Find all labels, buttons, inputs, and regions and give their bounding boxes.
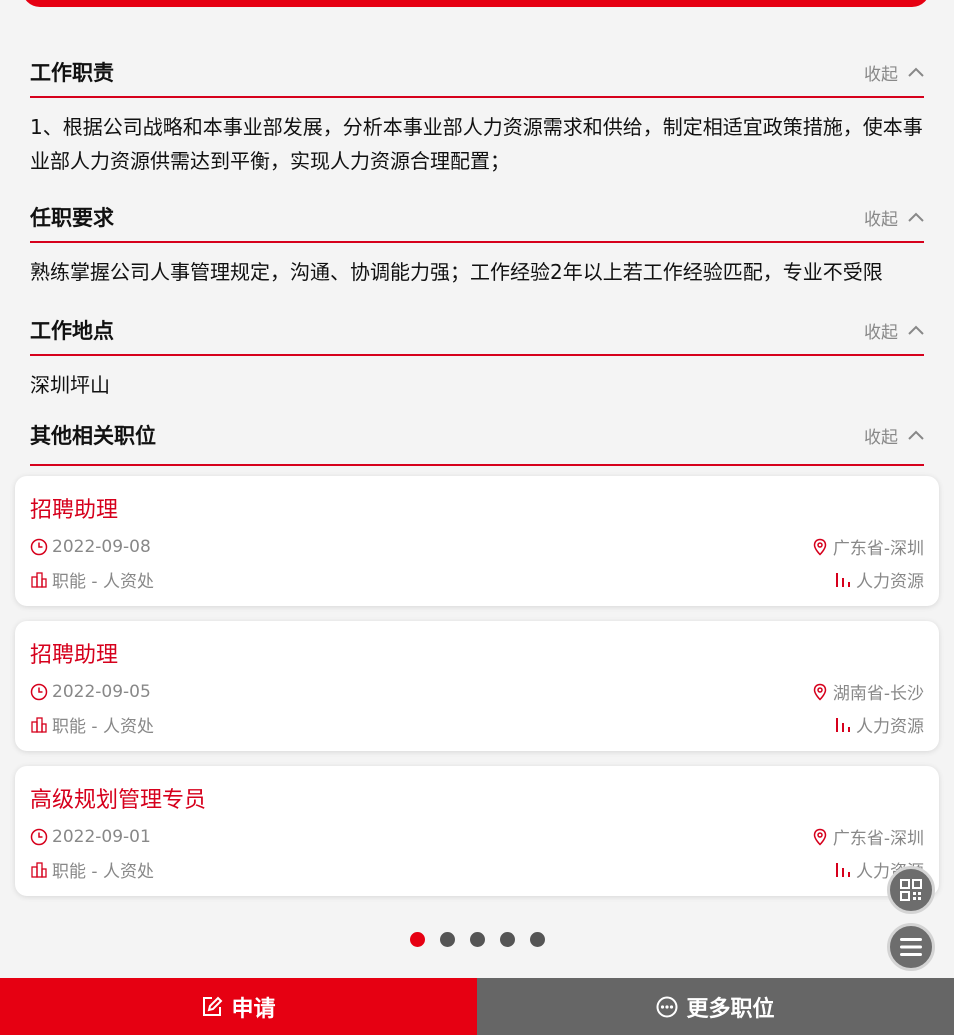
apply-label: 申请 — [231, 996, 276, 1022]
job-date: 2022-09-08 — [30, 537, 151, 557]
job-date-text: 2022-09-01 — [52, 826, 151, 847]
top-red-banner — [22, 0, 930, 7]
collapse-toggle-duties[interactable]: 收起 — [864, 60, 924, 85]
section-header-location: 工作地点 收起 — [30, 315, 924, 356]
bar-chart-icon — [836, 572, 850, 587]
apply-button[interactable]: 申请 — [0, 978, 477, 1035]
collapse-toggle-requirements[interactable]: 收起 — [864, 205, 924, 230]
collapse-label: 收起 — [864, 209, 898, 230]
carousel-pagination — [410, 932, 560, 947]
section-title: 工作职责 — [30, 61, 114, 85]
collapse-label: 收起 — [864, 427, 898, 448]
job-place: 湖南省-长沙 — [811, 679, 924, 704]
location-pin-icon — [813, 683, 827, 701]
job-title: 招聘助理 — [30, 498, 119, 523]
job-date-text: 2022-09-05 — [52, 681, 151, 702]
pagination-dot-3[interactable] — [470, 932, 485, 947]
job-meta-row: 职能 - 人资处 人力资源 — [30, 857, 924, 882]
section-header-requirements: 任职要求 收起 — [30, 202, 924, 243]
collapse-label: 收起 — [864, 64, 898, 85]
job-place-text: 广东省-深圳 — [832, 829, 924, 849]
job-dept-text: 职能 - 人资处 — [52, 572, 154, 592]
chevron-up-icon — [908, 212, 924, 222]
section-header-duties: 工作职责 收起 — [30, 57, 924, 98]
building-icon — [31, 716, 47, 733]
pagination-dot-1[interactable] — [410, 932, 425, 947]
collapse-label: 收起 — [864, 322, 898, 343]
job-card[interactable]: 高级规划管理专员 2022-09-01 广东省-深圳 职能 - 人资处 人力资源 — [15, 766, 939, 896]
job-date: 2022-09-01 — [30, 827, 151, 847]
job-meta-row: 职能 - 人资处 人力资源 — [30, 567, 924, 592]
job-category-text: 人力资源 — [856, 572, 924, 592]
job-category: 人力资源 — [834, 567, 924, 592]
job-category: 人力资源 — [834, 712, 924, 737]
more-positions-label: 更多职位 — [686, 996, 775, 1022]
clock-icon — [30, 683, 48, 700]
job-dept-text: 职能 - 人资处 — [52, 717, 154, 737]
job-dept-text: 职能 - 人资处 — [52, 862, 154, 882]
qr-code-icon — [900, 879, 922, 901]
clock-icon — [30, 538, 48, 555]
more-positions-button[interactable]: 更多职位 — [477, 978, 954, 1035]
qr-code-button[interactable] — [887, 866, 935, 914]
building-icon — [31, 571, 47, 588]
bar-chart-icon — [836, 717, 850, 732]
job-date: 2022-09-05 — [30, 682, 151, 702]
job-meta-row: 职能 - 人资处 人力资源 — [30, 712, 924, 737]
menu-icon — [900, 938, 922, 956]
more-dots-icon — [656, 996, 678, 1017]
job-meta-row: 2022-09-05 湖南省-长沙 — [30, 679, 924, 704]
job-meta-row: 2022-09-01 广东省-深圳 — [30, 824, 924, 849]
pagination-dot-5[interactable] — [530, 932, 545, 947]
section-header-related: 其他相关职位 收起 — [30, 420, 924, 466]
job-card[interactable]: 招聘助理 2022-09-05 湖南省-长沙 职能 - 人资处 人力资源 — [15, 621, 939, 751]
job-place: 广东省-深圳 — [811, 824, 924, 849]
job-meta-row: 2022-09-08 广东省-深圳 — [30, 534, 924, 559]
pagination-dot-2[interactable] — [440, 932, 455, 947]
job-date-text: 2022-09-08 — [52, 536, 151, 557]
job-card[interactable]: 招聘助理 2022-09-08 广东省-深圳 职能 - 人资处 人力资源 — [15, 476, 939, 606]
location-pin-icon — [813, 828, 827, 846]
section-title: 任职要求 — [30, 206, 114, 230]
bottom-action-bar: 申请 更多职位 — [0, 978, 954, 1035]
building-icon — [31, 861, 47, 878]
chevron-up-icon — [908, 430, 924, 440]
job-place-text: 湖南省-长沙 — [832, 684, 924, 704]
bar-chart-icon — [836, 862, 850, 877]
location-pin-icon — [813, 538, 827, 556]
job-dept: 职能 - 人资处 — [30, 712, 154, 737]
clock-icon — [30, 828, 48, 845]
collapse-toggle-location[interactable]: 收起 — [864, 318, 924, 343]
job-place: 广东省-深圳 — [811, 534, 924, 559]
job-dept: 职能 - 人资处 — [30, 857, 154, 882]
chevron-up-icon — [908, 67, 924, 77]
section-title: 其他相关职位 — [30, 424, 156, 448]
job-dept: 职能 - 人资处 — [30, 567, 154, 592]
job-place-text: 广东省-深圳 — [832, 539, 924, 559]
pagination-dot-4[interactable] — [500, 932, 515, 947]
section-body-duties: 1、根据公司战略和本事业部发展，分析本事业部人力资源需求和供给，制定相适宜政策措… — [30, 115, 923, 173]
collapse-toggle-related[interactable]: 收起 — [864, 423, 924, 448]
job-category-text: 人力资源 — [856, 717, 924, 737]
section-title: 工作地点 — [30, 319, 114, 343]
chevron-up-icon — [908, 325, 924, 335]
edit-icon — [203, 996, 223, 1016]
job-title: 高级规划管理专员 — [30, 788, 207, 813]
section-body-requirements: 熟练掌握公司人事管理规定，沟通、协调能力强；工作经验2年以上若工作经验匹配，专业… — [30, 260, 883, 284]
section-body-location: 深圳坪山 — [30, 373, 110, 397]
job-title: 招聘助理 — [30, 643, 119, 668]
menu-button[interactable] — [887, 923, 935, 971]
